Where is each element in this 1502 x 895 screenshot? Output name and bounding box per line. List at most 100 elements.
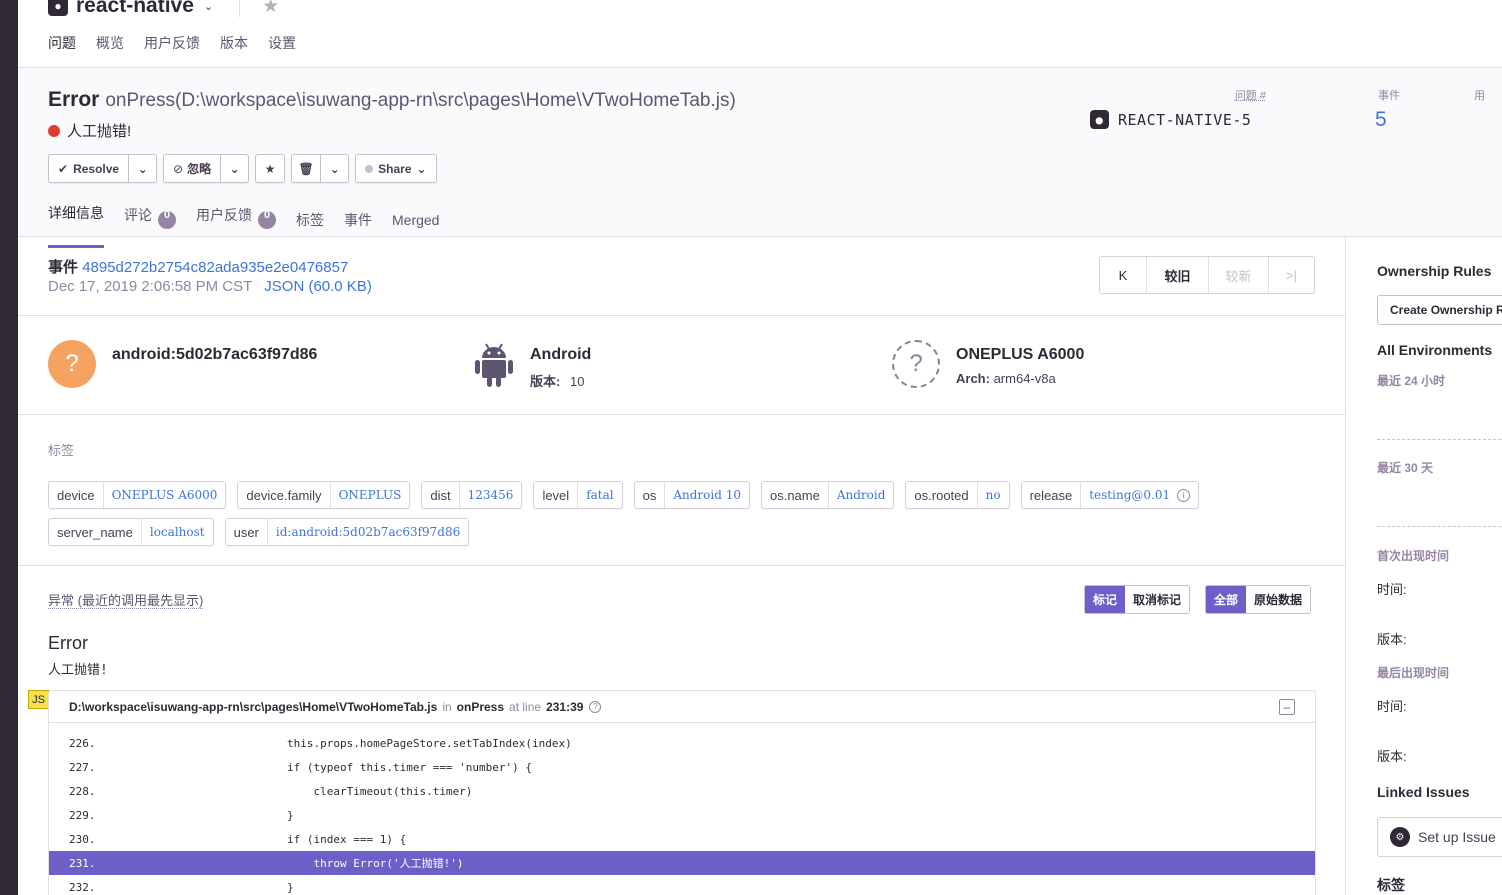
tag-value[interactable]: ONEPLUS A6000 xyxy=(104,482,226,508)
bookmark-group: ★ xyxy=(255,154,286,183)
tag-os-rooted[interactable]: os.rooted no xyxy=(905,481,1010,509)
event-label: 事件 xyxy=(48,259,79,276)
divider xyxy=(239,0,241,17)
create-ownership-rule-button[interactable]: Create Ownership R xyxy=(1377,295,1502,325)
tag-value[interactable]: ONEPLUS xyxy=(331,482,410,508)
events-count[interactable]: 5 xyxy=(1375,108,1387,132)
tag-value[interactable]: localhost xyxy=(142,519,213,545)
users-label-block: 用 xyxy=(1474,86,1502,104)
line-number: 232. xyxy=(69,880,96,894)
issue-message: 人工抛错! xyxy=(48,120,131,141)
issue-actions: ✔ Resolve ⌄ ⊘ 忽略 ⌄ ★ 🗑 ⌄ Share ⌄ xyxy=(48,154,437,183)
ignore-dropdown-button[interactable]: ⌄ xyxy=(220,155,248,182)
first-seen-time-label: 时间: xyxy=(1377,582,1407,597)
nav-user-feedback[interactable]: 用户反馈 xyxy=(144,33,200,71)
chevron-down-icon: ⌄ xyxy=(203,0,214,13)
event-pager: K 较旧 较新 >| xyxy=(1099,256,1315,294)
tag-user[interactable]: user id:android:5d02b7ac63f97d86 xyxy=(224,518,470,546)
ignore-button[interactable]: ⊘ 忽略 xyxy=(164,155,220,182)
os-name: Android xyxy=(530,346,592,363)
share-button[interactable]: Share ⌄ xyxy=(356,155,435,182)
delete-dropdown-button[interactable]: ⌄ xyxy=(320,155,348,182)
all-button[interactable]: 全部 xyxy=(1206,586,1247,613)
event-id-line: 事件 4895d272b2754c82ada935e2e0476857 xyxy=(48,256,348,277)
tag-value[interactable]: Android 10 xyxy=(665,482,749,508)
first-seen-label: 首次出现时间 xyxy=(1377,549,1450,563)
line-number: 226. xyxy=(69,736,96,750)
app-only-button[interactable]: 标记 xyxy=(1085,586,1126,613)
code-line: 229.} xyxy=(49,803,1315,827)
comments-count-badge: 0 xyxy=(158,209,176,229)
tag-dist[interactable]: dist 123456 xyxy=(421,481,523,509)
last-30d-label: 最近 30 天 xyxy=(1377,461,1434,475)
tag-device-family[interactable]: device.family ONEPLUS xyxy=(237,481,411,509)
last-seen-label: 最后出现时间 xyxy=(1377,666,1450,680)
tag-value[interactable]: 123456 xyxy=(460,482,522,508)
tag-os-name[interactable]: os.name Android xyxy=(760,481,895,509)
tag-level[interactable]: level fatal xyxy=(533,481,623,509)
nav-settings[interactable]: 设置 xyxy=(268,33,296,71)
collapse-frame-button[interactable]: – xyxy=(1279,699,1295,715)
frame-line: 231:39 xyxy=(546,699,584,714)
newer-event-button[interactable]: 较新 xyxy=(1208,257,1268,293)
code-line: 230. if (index === 1) { xyxy=(49,827,1315,851)
json-link[interactable]: JSON (60.0 KB) xyxy=(264,278,372,295)
project-header: ● react-native ⌄ ★ 问题 概览 用户反馈 版本 设置 xyxy=(18,0,1502,71)
nav-issues[interactable]: 问题 xyxy=(48,33,76,71)
code-line: 226. this.props.homePageStore.setTabIndex… xyxy=(49,731,1315,755)
exception-header-text[interactable]: 异常 (最近的调用最先显示) xyxy=(48,593,204,609)
line-number: 228. xyxy=(69,784,96,798)
device-context: ? ONEPLUS A6000 Arch: arm64-v8a xyxy=(892,340,1084,388)
tag-key: os.name xyxy=(762,482,829,508)
mute-icon: ⊘ xyxy=(173,161,184,176)
bookmark-star-icon[interactable]: ★ xyxy=(262,0,279,18)
tag-os[interactable]: os Android 10 xyxy=(633,481,750,509)
last-seen-time-label: 时间: xyxy=(1377,699,1407,714)
event-id-link[interactable]: 4895d272b2754c82ada935e2e0476857 xyxy=(82,259,348,276)
delete-group: 🗑 ⌄ xyxy=(291,154,350,183)
project-nav: 问题 概览 用户反馈 版本 设置 xyxy=(48,33,296,71)
line-code: } xyxy=(287,880,294,894)
frame-header[interactable]: D:\workspace\isuwang-app-rn\src\pages\Ho… xyxy=(49,691,1315,723)
issue-culprit: onPress(D:\workspace\isuwang-app-rn\src\… xyxy=(105,90,736,111)
older-event-button[interactable]: 较旧 xyxy=(1146,257,1208,293)
main-area: ● react-native ⌄ ★ 问题 概览 用户反馈 版本 设置 Erro… xyxy=(18,0,1502,895)
exception-value: 人工抛错! xyxy=(48,663,108,678)
resolve-label: Resolve xyxy=(73,161,120,176)
info-icon[interactable]: i xyxy=(1177,488,1191,502)
tag-key: device.family xyxy=(238,482,331,508)
tag-value[interactable]: fatal xyxy=(578,482,621,508)
unknown-device-icon: ? xyxy=(892,340,940,388)
tag-server-name[interactable]: server_name localhost xyxy=(48,518,214,546)
issue-type: Error xyxy=(48,88,100,111)
setup-issue-tracking-button[interactable]: ⚙ Set up Issue xyxy=(1377,817,1502,857)
help-icon[interactable]: ? xyxy=(589,700,602,713)
issue-header: Error onPress(D:\workspace\isuwang-app-rn… xyxy=(18,68,1502,248)
first-event-button[interactable]: K xyxy=(1100,257,1146,293)
resolve-button[interactable]: ✔ Resolve xyxy=(49,155,128,182)
tag-value-wrap[interactable]: testing@0.01 i xyxy=(1081,482,1198,508)
last-event-button[interactable]: >| xyxy=(1268,257,1314,293)
last-seen-version-label: 版本: xyxy=(1377,749,1407,764)
environment-title[interactable]: All Environments xyxy=(1377,342,1492,358)
tag-value[interactable]: Android xyxy=(829,482,894,508)
full-button[interactable]: 取消标记 xyxy=(1125,586,1189,613)
first-seen-version-label: 版本: xyxy=(1377,632,1407,647)
project-name: react-native xyxy=(76,0,194,17)
tab-details-label: 详细信息 xyxy=(48,205,104,221)
raw-button[interactable]: 原始数据 xyxy=(1246,586,1310,613)
tag-value[interactable]: no xyxy=(978,482,1009,508)
line-number: 230. xyxy=(69,832,96,846)
issue-sidebar: Ownership Rules Create Ownership R All E… xyxy=(1347,237,1502,895)
tag-device[interactable]: device ONEPLUS A6000 xyxy=(48,481,227,509)
delete-button[interactable]: 🗑 xyxy=(292,155,320,182)
tag-release[interactable]: release testing@0.01 i xyxy=(1020,481,1200,509)
project-selector[interactable]: ● react-native ⌄ ★ xyxy=(48,0,279,18)
nav-releases[interactable]: 版本 xyxy=(220,33,248,71)
nav-overview[interactable]: 概览 xyxy=(96,33,124,71)
resolve-dropdown-button[interactable]: ⌄ xyxy=(128,155,156,182)
bookmark-button[interactable]: ★ xyxy=(256,155,284,182)
frame-function: onPress xyxy=(456,699,505,714)
chevron-down-icon: ⌄ xyxy=(229,161,240,176)
tag-value[interactable]: id:android:5d02b7ac63f97d86 xyxy=(268,519,468,545)
